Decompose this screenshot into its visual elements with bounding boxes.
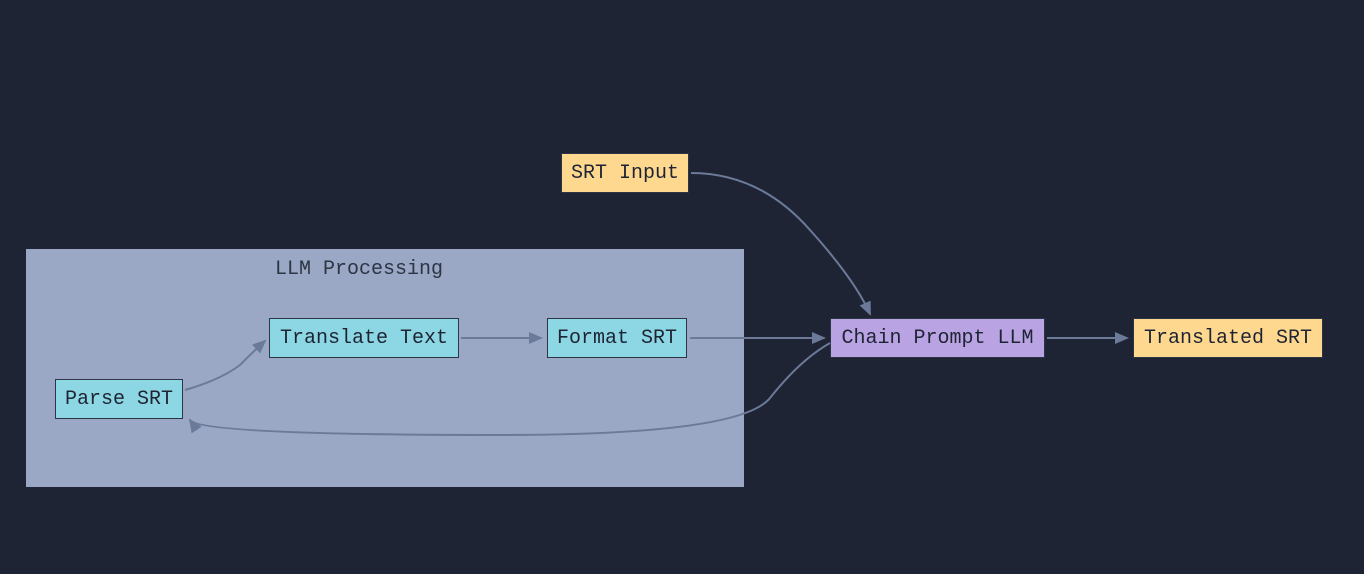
node-format-srt-label: Format SRT [557,327,677,350]
node-srt-input-label: SRT Input [571,162,679,185]
node-srt-input: SRT Input [561,153,689,193]
node-translate-text: Translate Text [269,318,459,358]
node-format-srt: Format SRT [547,318,687,358]
node-translated-srt: Translated SRT [1133,318,1323,358]
node-translated-srt-label: Translated SRT [1144,327,1312,350]
llm-processing-container [25,248,745,488]
llm-processing-label: LLM Processing [275,258,443,281]
node-chain-prompt-label: Chain Prompt LLM [841,327,1033,350]
node-translate-text-label: Translate Text [280,327,448,350]
node-parse-srt-label: Parse SRT [65,388,173,411]
node-parse-srt: Parse SRT [55,379,183,419]
node-chain-prompt: Chain Prompt LLM [830,318,1045,358]
